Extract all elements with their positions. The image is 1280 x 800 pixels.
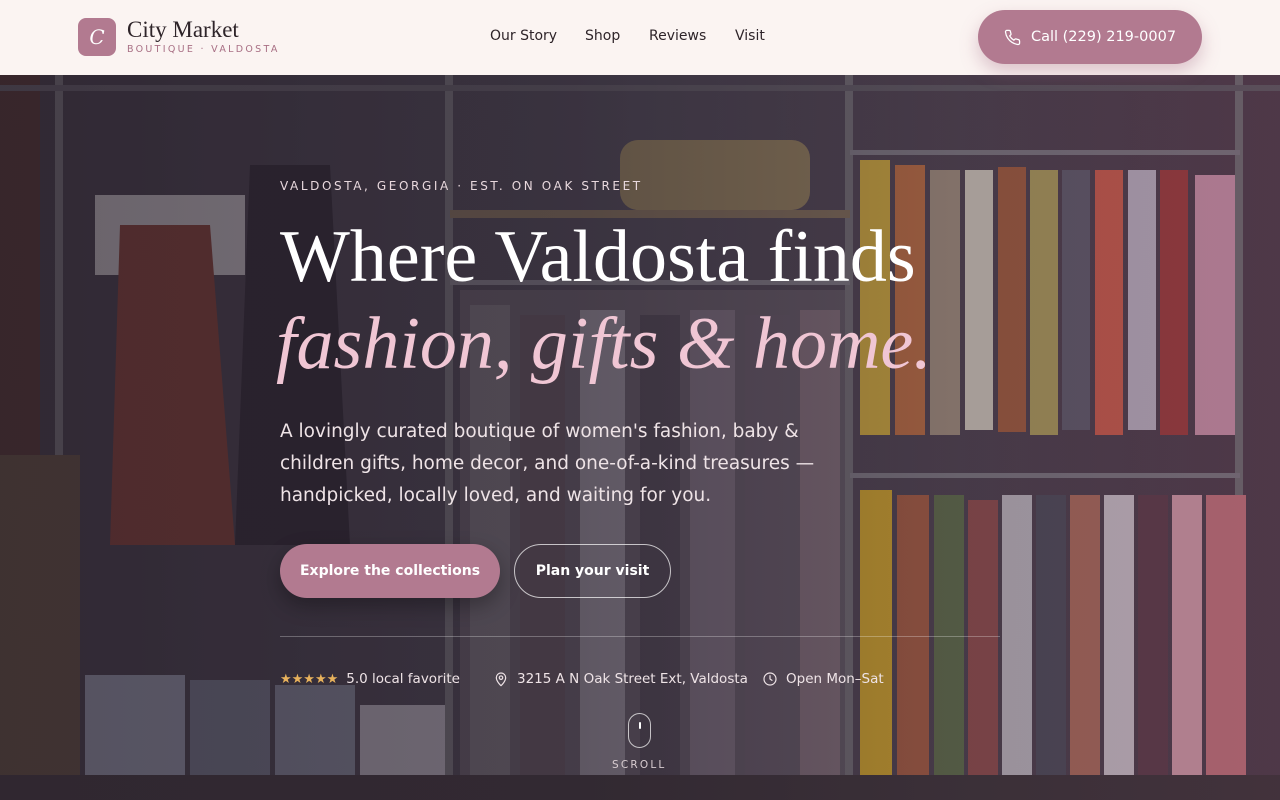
rating-text: 5.0 local favorite: [346, 671, 460, 687]
hours-info: Open Mon–Sat: [762, 669, 884, 689]
address-info[interactable]: 3215 A N Oak Street Ext, Valdosta: [493, 669, 748, 689]
hero-divider: [280, 636, 1000, 637]
explore-collections-button[interactable]: Explore the collections: [280, 544, 500, 598]
nav-shop[interactable]: Shop: [585, 28, 620, 44]
site-header: C City Market BOUTIQUE · VALDOSTA Our St…: [0, 0, 1280, 75]
nav-visit[interactable]: Visit: [735, 28, 765, 44]
rating-info: ★★★★★ 5.0 local favorite: [280, 669, 460, 689]
phone-icon: [1004, 29, 1021, 45]
scroll-mouse-icon[interactable]: [628, 713, 651, 748]
hero-description: A lovingly curated boutique of women's f…: [280, 421, 815, 506]
plan-visit-button[interactable]: Plan your visit: [514, 544, 671, 598]
scroll-dot: [639, 722, 641, 729]
nav-reviews[interactable]: Reviews: [649, 28, 706, 44]
call-button[interactable]: Call (229) 219-0007: [978, 10, 1202, 64]
call-label: Call (229) 219-0007: [1030, 29, 1177, 45]
hours-text: Open Mon–Sat: [786, 671, 884, 687]
nav-our-story[interactable]: Our Story: [490, 28, 557, 44]
hero-eyebrow: VALDOSTA, GEORGIA · EST. ON OAK STREET: [280, 179, 643, 193]
hero-headline-line2: fashion, gifts & home.: [276, 303, 932, 385]
map-pin-icon: [495, 672, 507, 687]
hero-headline-line1: Where Valdosta finds: [280, 216, 916, 298]
address-text: 3215 A N Oak Street Ext, Valdosta: [517, 671, 748, 687]
clock-icon: [763, 672, 777, 686]
scroll-label: SCROLL: [612, 759, 667, 771]
rating-stars: ★★★★★: [280, 671, 339, 687]
